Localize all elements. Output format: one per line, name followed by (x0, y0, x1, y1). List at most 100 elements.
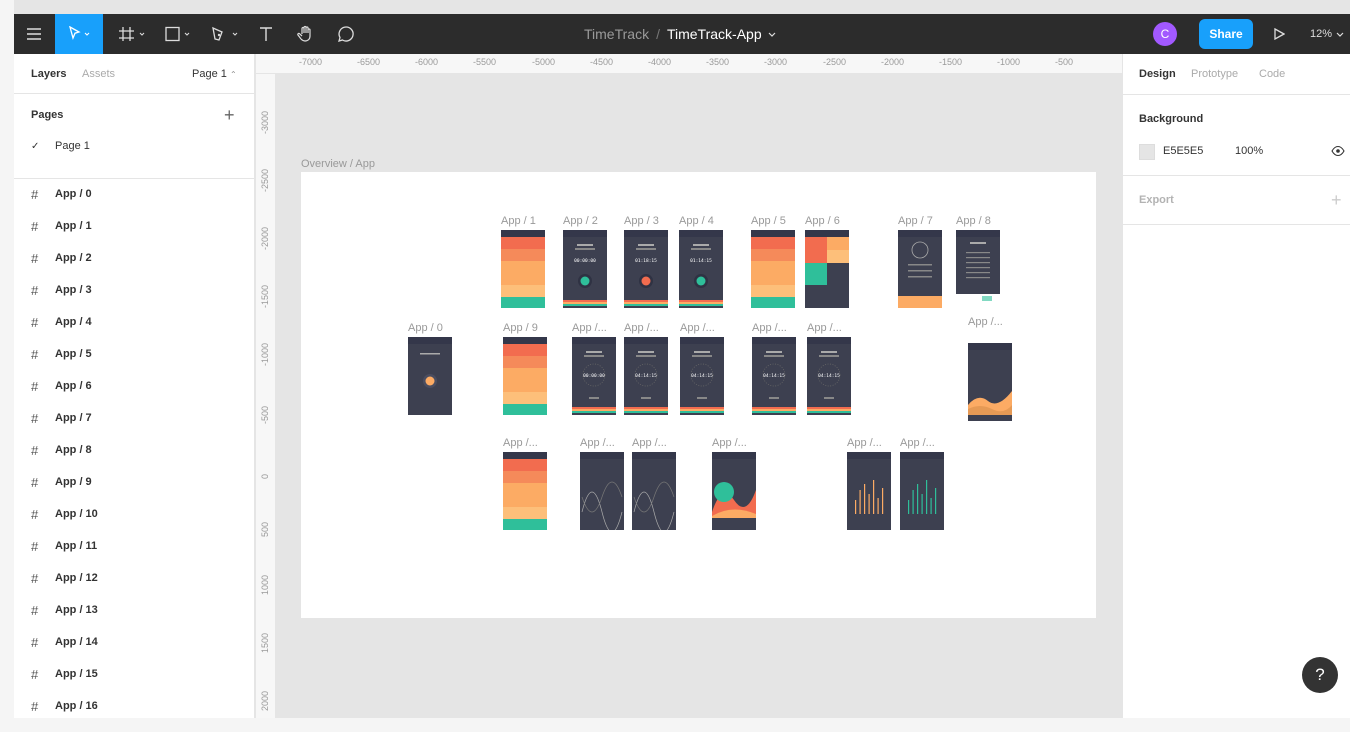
pen-tool[interactable] (206, 14, 244, 54)
layer-item[interactable]: # App / 16 (31, 698, 98, 714)
layer-item[interactable]: # App / 12 (31, 570, 98, 586)
thumbnail-label[interactable]: App /... (503, 437, 538, 449)
project-name[interactable]: TimeTrack (584, 26, 649, 42)
thumbnail-label[interactable]: App /... (624, 322, 659, 334)
menu-icon[interactable] (20, 14, 48, 54)
screen-thumbnail[interactable] (503, 337, 547, 415)
layer-item-label: App / 9 (55, 476, 92, 488)
layer-item[interactable]: # App / 15 (31, 666, 98, 682)
background-opacity-input[interactable]: 100% (1235, 145, 1263, 157)
chevron-up-icon: ⌃ (229, 70, 237, 79)
layer-item[interactable]: # App / 3 (31, 282, 92, 298)
screen-thumbnail[interactable]: 01:14:15 (679, 230, 723, 308)
layer-item[interactable]: # App / 14 (31, 634, 98, 650)
eye-icon[interactable] (1331, 145, 1345, 157)
screen-thumbnail[interactable] (805, 230, 849, 308)
thumbnail-label[interactable]: App / 3 (624, 215, 659, 227)
thumbnail-label[interactable]: App /... (752, 322, 787, 334)
help-button[interactable]: ? (1302, 657, 1338, 693)
screen-thumbnail[interactable]: 01:18:15 (624, 230, 668, 308)
thumbnail-label[interactable]: App / 8 (956, 215, 991, 227)
frame-tool[interactable] (114, 14, 150, 54)
screen-thumbnail[interactable]: 04:14:15 (807, 337, 851, 415)
tab-prototype[interactable]: Prototype (1191, 68, 1238, 80)
add-page-icon[interactable]: + (224, 106, 235, 124)
add-export-icon[interactable]: + (1331, 191, 1342, 209)
layer-item-label: App / 5 (55, 348, 92, 360)
thumbnail-label[interactable]: App / 4 (679, 215, 714, 227)
thumbnail-label[interactable]: App / 7 (898, 215, 933, 227)
zoom-dropdown[interactable]: 12% (1310, 14, 1345, 54)
layer-item[interactable]: # App / 6 (31, 378, 92, 394)
thumbnail-label[interactable]: App /... (572, 322, 607, 334)
tab-assets[interactable]: Assets (82, 68, 115, 80)
text-tool[interactable] (254, 14, 278, 54)
screen-thumbnail[interactable] (847, 452, 891, 530)
frame-label[interactable]: Overview / App (301, 158, 375, 170)
thumbnail-label[interactable]: App / 5 (751, 215, 786, 227)
file-name[interactable]: TimeTrack-App (667, 26, 762, 42)
tab-design[interactable]: Design (1139, 68, 1176, 80)
screen-thumbnail[interactable] (751, 230, 795, 308)
thumbnail-label[interactable]: App /... (900, 437, 935, 449)
layer-item-label: App / 11 (55, 540, 98, 552)
avatar[interactable]: C (1153, 22, 1177, 46)
screen-thumbnail[interactable]: 04:14:15 (624, 337, 668, 415)
screen-thumbnail[interactable]: 04:14:15 (752, 337, 796, 415)
ruler-tick-label: -1000 (997, 57, 1021, 67)
breadcrumb-separator: / (656, 26, 660, 42)
thumbnail-label[interactable]: App /... (968, 316, 1003, 328)
screen-thumbnail[interactable] (580, 452, 624, 530)
hand-tool[interactable] (294, 14, 318, 54)
layer-item[interactable]: # App / 9 (31, 474, 92, 490)
tab-code[interactable]: Code (1259, 68, 1285, 80)
move-tool[interactable] (55, 14, 103, 54)
thumbnail-label[interactable]: App /... (847, 437, 882, 449)
thumbnail-label[interactable]: App / 2 (563, 215, 598, 227)
thumbnail-label[interactable]: App /... (680, 322, 715, 334)
file-breadcrumb[interactable]: TimeTrack / TimeTrack-App (584, 14, 777, 54)
thumbnail-label[interactable]: App /... (580, 437, 615, 449)
layer-item[interactable]: # App / 0 (31, 186, 92, 202)
screen-thumbnail[interactable] (712, 452, 756, 530)
layer-item[interactable]: # App / 8 (31, 442, 92, 458)
screen-thumbnail[interactable] (900, 452, 944, 530)
screen-thumbnail[interactable] (898, 230, 942, 308)
layer-item[interactable]: # App / 7 (31, 410, 92, 426)
layer-item[interactable]: # App / 4 (31, 314, 92, 330)
background-hex-input[interactable]: E5E5E5 (1163, 145, 1203, 157)
screen-thumbnail[interactable] (956, 230, 1000, 308)
comment-tool[interactable] (334, 14, 358, 54)
screen-thumbnail[interactable]: 04:14:15 (680, 337, 724, 415)
screen-thumbnail[interactable]: 00:00:00 (563, 230, 607, 308)
thumbnail-label[interactable]: App /... (632, 437, 667, 449)
layer-item[interactable]: # App / 10 (31, 506, 98, 522)
thumbnail-label[interactable]: App / 6 (805, 215, 840, 227)
svg-text:00:00:00: 00:00:00 (583, 373, 605, 379)
layer-item[interactable]: # App / 5 (31, 346, 92, 362)
thumbnail-label[interactable]: App / 9 (503, 322, 538, 334)
canvas[interactable]: Overview / App App / 1 App / 2 00:00:00 App… (277, 75, 1122, 718)
screen-thumbnail[interactable] (501, 230, 545, 308)
thumbnail-label[interactable]: App / 1 (501, 215, 536, 227)
share-button[interactable]: Share (1199, 19, 1253, 49)
screen-thumbnail[interactable] (968, 343, 1012, 421)
thumbnail-label[interactable]: App /... (712, 437, 747, 449)
rectangle-tool[interactable] (160, 14, 196, 54)
screen-thumbnail[interactable] (632, 452, 676, 530)
page-selector[interactable]: Page 1 ⌃ (192, 68, 237, 80)
background-swatch[interactable] (1139, 144, 1155, 160)
page-item[interactable]: ✓ Page 1 (31, 140, 90, 152)
layer-item[interactable]: # App / 13 (31, 602, 98, 618)
present-button[interactable] (1269, 14, 1289, 54)
layer-item[interactable]: # App / 1 (31, 218, 92, 234)
screen-thumbnail[interactable]: 00:00:00 (572, 337, 616, 415)
layer-item[interactable]: # App / 2 (31, 250, 92, 266)
thumbnail-label[interactable]: App /... (807, 322, 842, 334)
thumbnail-label[interactable]: App / 0 (408, 322, 443, 334)
layer-item[interactable]: # App / 11 (31, 538, 97, 554)
screen-thumbnail[interactable] (408, 337, 452, 415)
screen-thumbnail[interactable] (503, 452, 547, 530)
tab-layers[interactable]: Layers (31, 68, 66, 80)
ruler-tick-label: -1500 (260, 284, 270, 308)
